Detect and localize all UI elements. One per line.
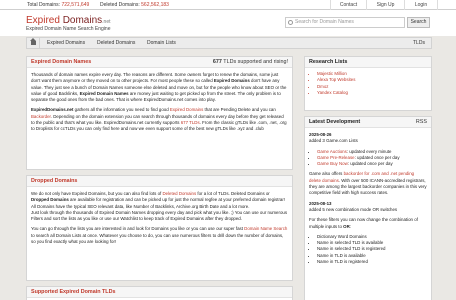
deleted-domains-stat: Deleted Domains: 562,562,183: [100, 2, 169, 8]
entry-note: Game also offers backorder for .com and …: [309, 171, 427, 196]
tlds-link[interactable]: 677 TLDs: [181, 120, 200, 125]
backorder-link[interactable]: Backorder: [31, 114, 51, 119]
sign-up-link[interactable]: Sign Up: [366, 0, 404, 10]
panel-title: Supported Expired Domain TLDs: [27, 287, 292, 298]
panel-title: Research Lists: [305, 57, 431, 68]
dropped-paragraph: We do not only have Expired Domains, but…: [31, 191, 288, 222]
home-icon: [30, 38, 36, 45]
total-domains-stat: Total Domains: 722,571,649: [27, 2, 90, 8]
dropped-domains-panel: Dropped Domains We do not only have Expi…: [26, 175, 293, 281]
expired-domains-link[interactable]: Expired Domains: [170, 107, 203, 112]
rss-link[interactable]: RSS: [416, 117, 427, 128]
features-paragraph: ExpiredDomains.net gathers all the infor…: [31, 107, 287, 132]
contact-link[interactable]: Contact: [330, 0, 366, 10]
nav-domain-lists[interactable]: Domain Lists: [147, 38, 176, 48]
entry-note: For these filters you can now change the…: [309, 217, 418, 229]
game-prerelease-link[interactable]: Game Pre-Release: [317, 155, 355, 160]
page: Total Domains: 722,571,649 Deleted Domai…: [0, 0, 456, 300]
nav-tlds[interactable]: TLDs: [413, 38, 425, 48]
site-logo[interactable]: Expired Domains.net: [26, 15, 111, 26]
list-item: Game Buy Now: updated once per day: [317, 161, 427, 167]
expired-domains-panel: Expired Domain Names 677 TLDs supported a…: [26, 56, 293, 170]
research-item-yandex[interactable]: Yandex Catalog: [317, 90, 427, 96]
top-bar: Total Domains: 722,571,649 Deleted Domai…: [0, 0, 456, 10]
research-lists-panel: Research Lists Majestic Million Alexa To…: [304, 56, 432, 111]
supported-tlds-panel: Supported Expired Domain TLDs: [26, 286, 293, 300]
main-nav: Expired Domains Deleted Domains Domain L…: [26, 37, 432, 49]
search-button[interactable]: Search: [407, 17, 430, 28]
site-tagline: Expired Domain Name Search Engine: [26, 26, 111, 32]
panel-title: Dropped Domains: [27, 176, 292, 187]
game-buy-now-link[interactable]: Game Buy Now: [317, 161, 348, 166]
panel-title: Expired Domain Names 677 TLDs supported a…: [27, 57, 292, 68]
search-input[interactable]: Search for Domain Names: [285, 17, 405, 28]
latest-development-panel: Latest Development RSS 2025-08-26 added 3…: [304, 116, 432, 300]
panel-title: Latest Development RSS: [305, 117, 431, 128]
deleted-domains-link[interactable]: Deleted Domains: [162, 191, 196, 196]
nav-expired-domains[interactable]: Expired Domains: [47, 38, 85, 48]
search-placeholder: Search for Domain Names: [295, 19, 354, 25]
nav-home[interactable]: [27, 38, 40, 48]
entry-text: added 5 new combination mode OR switches: [309, 206, 398, 212]
list-item: Name in TLD is registered: [317, 259, 427, 265]
tld-count: 677 TLDs supported and rising!: [212, 59, 288, 65]
domain-name-search-link[interactable]: Domain Name Search: [244, 226, 287, 231]
login-link[interactable]: Login: [404, 0, 438, 10]
intro-paragraph: Thousands of domain names expire every d…: [31, 72, 287, 103]
entry-text: added 3 Game.com Lists: [309, 138, 358, 144]
search-paragraph: You can go through the lists you are int…: [31, 226, 288, 245]
search-icon: [288, 20, 293, 25]
game-auctions-link[interactable]: Game Auctions: [317, 149, 347, 154]
nav-deleted-domains[interactable]: Deleted Domains: [97, 38, 135, 48]
